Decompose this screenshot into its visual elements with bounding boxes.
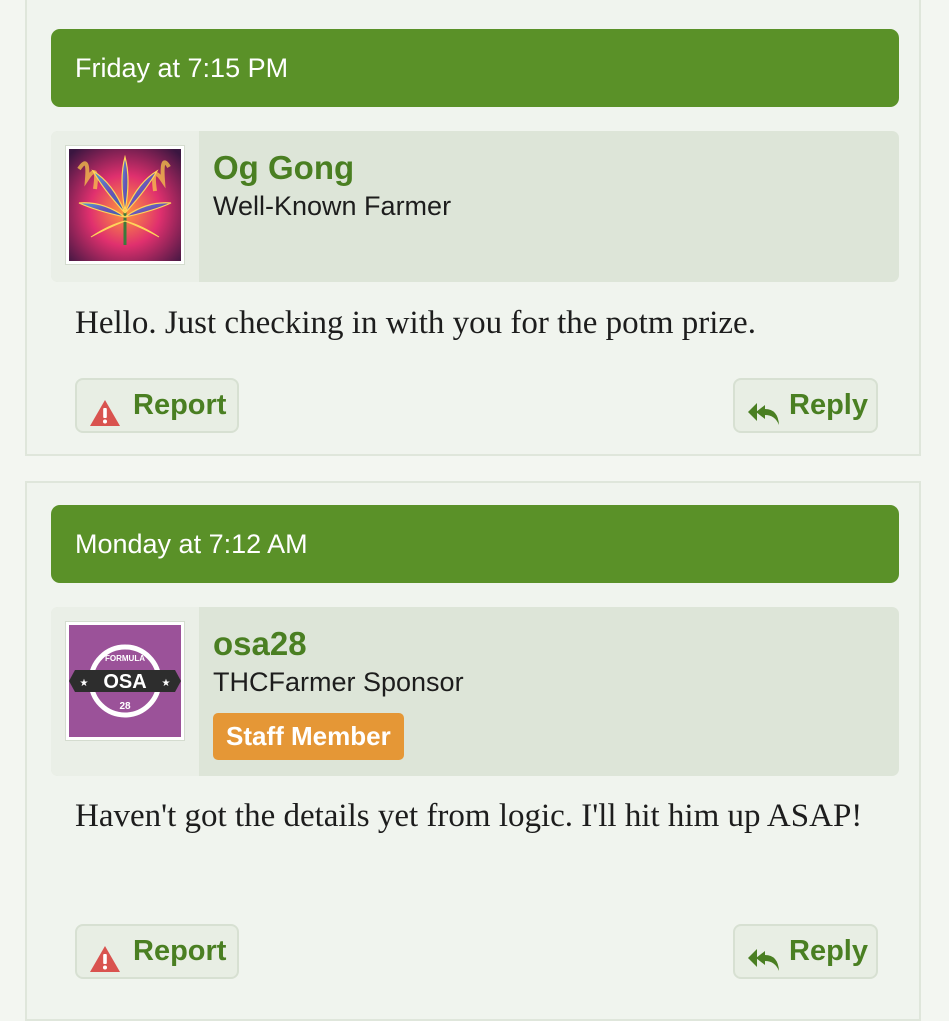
avatar[interactable]: OSA ★ ★ FORMULA 28 bbox=[66, 622, 184, 740]
message-timestamp: Monday at 7:12 AM bbox=[51, 505, 899, 583]
warning-triangle-icon bbox=[89, 393, 121, 444]
avatar-frame bbox=[51, 131, 199, 282]
osa28-logo-avatar-icon: OSA ★ ★ FORMULA 28 bbox=[69, 625, 181, 737]
avatar-frame: OSA ★ ★ FORMULA 28 bbox=[51, 607, 199, 776]
reply-label: Reply bbox=[789, 389, 868, 421]
reply-button[interactable]: Reply bbox=[733, 924, 878, 979]
warning-triangle-icon bbox=[89, 939, 121, 990]
svg-text:FORMULA: FORMULA bbox=[105, 654, 145, 663]
reply-arrow-icon bbox=[747, 939, 781, 990]
report-button[interactable]: Report bbox=[75, 924, 239, 979]
reply-arrow-icon bbox=[747, 393, 781, 444]
message-user-info: OSA ★ ★ FORMULA 28 osa28 THCFarmer Spons… bbox=[51, 607, 899, 776]
cannabis-leaf-avatar-icon bbox=[69, 149, 181, 261]
user-title: Well-Known Farmer bbox=[213, 191, 452, 221]
reply-label: Reply bbox=[789, 935, 868, 967]
message-user-info: Og Gong Well-Known Farmer bbox=[51, 131, 899, 282]
username-link[interactable]: osa28 bbox=[213, 625, 307, 663]
staff-member-badge: Staff Member bbox=[213, 713, 404, 760]
conversation-message: Friday at 7:15 PM Og Gong Well-Known Far… bbox=[25, 0, 921, 456]
svg-text:28: 28 bbox=[119, 701, 131, 712]
svg-text:OSA: OSA bbox=[103, 671, 146, 693]
report-button[interactable]: Report bbox=[75, 378, 239, 433]
report-label: Report bbox=[133, 389, 227, 421]
message-body: Hello. Just checking in with you for the… bbox=[75, 305, 756, 341]
message-body: Haven't got the details yet from logic. … bbox=[75, 798, 863, 834]
username-link[interactable]: Og Gong bbox=[213, 149, 354, 187]
svg-text:★: ★ bbox=[162, 678, 171, 689]
report-label: Report bbox=[133, 935, 227, 967]
user-title: THCFarmer Sponsor bbox=[213, 667, 464, 697]
svg-text:★: ★ bbox=[80, 678, 89, 689]
avatar[interactable] bbox=[66, 146, 184, 264]
reply-button[interactable]: Reply bbox=[733, 378, 878, 433]
conversation-message: Monday at 7:12 AM OSA ★ ★ FORMULA 28 osa… bbox=[25, 481, 921, 1021]
message-timestamp: Friday at 7:15 PM bbox=[51, 29, 899, 107]
